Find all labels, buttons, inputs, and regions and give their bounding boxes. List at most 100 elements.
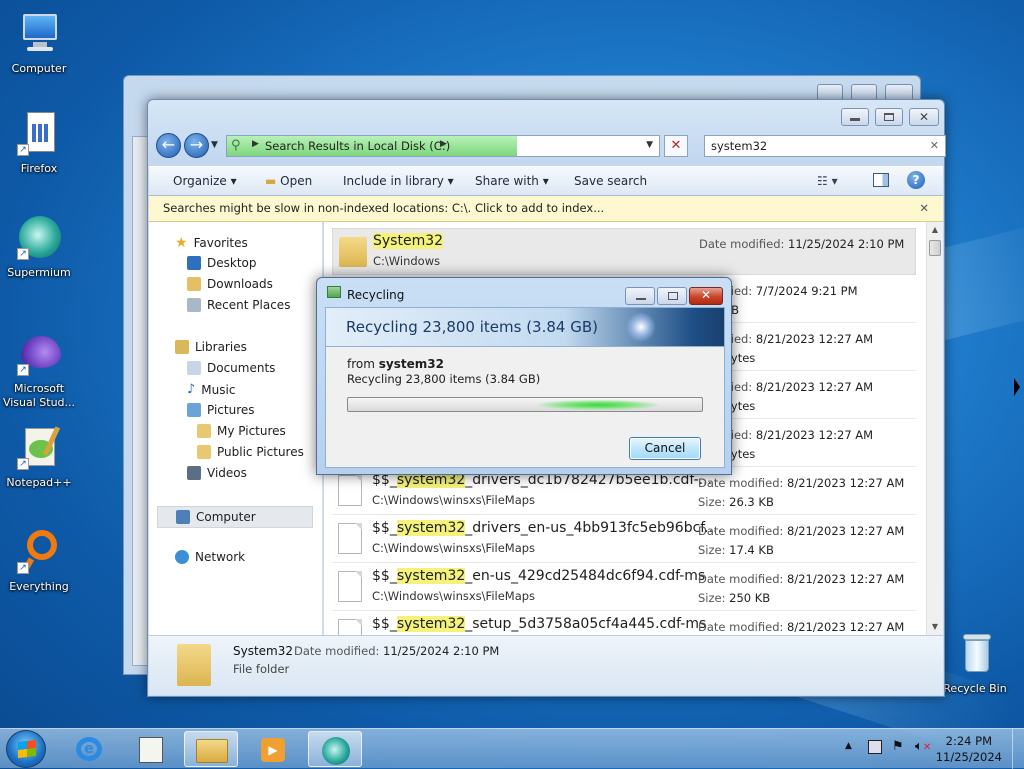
supermium-icon: ↗ [15,214,63,262]
folder-icon [197,445,211,459]
nav-computer[interactable]: Computer [157,506,313,528]
share-with-button[interactable]: Share with ▾ [475,174,549,188]
supermium-icon [322,737,350,765]
nav-network[interactable]: Network [175,550,245,564]
result-path: C:\Windows\winsxs\FileMaps [372,493,536,507]
result-date: Date modified: 8/21/2023 12:27 AM [698,620,905,634]
nav-libraries[interactable]: Libraries [175,340,247,354]
taskbar-supermium[interactable] [308,731,362,767]
file-icon [338,619,362,635]
nav-downloads[interactable]: Downloads [187,277,273,291]
clear-search-icon[interactable]: ✕ [930,139,939,152]
desktop-icon-everything[interactable]: ↗ Everything [1,528,77,594]
computer-icon [176,510,190,524]
search-input[interactable]: system32 ✕ [704,135,946,157]
result-row[interactable]: $$_system32_drivers_en-us_4bb913fc5eb96b… [332,516,916,563]
taskbar-internet-explorer[interactable]: e [62,731,116,767]
dialog-from: from system32 [347,357,444,371]
taskbar-explorer[interactable] [184,731,238,767]
action-center-icon[interactable] [868,740,882,754]
file-icon [338,475,362,506]
result-row[interactable]: $$_system32_en-us_429cd25484dc6f94.cdf-m… [332,564,916,611]
cancel-button[interactable]: Cancel [629,437,701,460]
desktop-icon-notepadpp[interactable]: ↗ Notepad++ [1,424,77,490]
mouse-cursor-icon [1014,378,1020,396]
address-dropdown-icon[interactable]: ▼ [646,140,653,150]
open-button[interactable]: ▬ Open [265,174,312,188]
start-button[interactable] [6,730,46,768]
nav-recent-places[interactable]: Recent Places [187,298,290,312]
show-hidden-icons-icon[interactable]: ▲ [845,741,852,751]
minimize-button[interactable] [841,108,869,126]
result-row[interactable]: $$_system32_setup_5d3758a05cf4a445.cdf-m… [332,612,916,635]
nav-documents[interactable]: Documents [187,361,275,375]
desktop-icon-recycle-bin[interactable]: Recycle Bin [937,630,1013,696]
file-icon [338,571,362,602]
taskbar-notepad[interactable] [124,731,178,767]
result-path: C:\Windows [373,254,441,268]
header-glow [626,312,656,342]
view-options-icon[interactable]: ☷ ▾ [817,174,838,188]
details-name: System32 [233,644,294,658]
close-info-bar-icon[interactable]: ✕ [919,201,929,215]
include-in-library-button[interactable]: Include in library ▾ [343,174,454,188]
nav-pictures[interactable]: Pictures [187,403,255,417]
volume-muted-icon[interactable]: 🔈︎✕ [915,739,931,754]
dialog-maximize-button[interactable] [657,287,687,305]
computer-icon [15,10,63,58]
result-name: $$_system32_drivers_en-us_4bb913fc5eb96b… [372,520,722,536]
result-size: Size: 26.3 KB [698,495,774,509]
desktop-icon-firefox[interactable]: ↗ Firefox [1,110,77,176]
taskbar-media-player[interactable]: ▶ [246,731,300,767]
desktop-icon-supermium[interactable]: ↗ Supermium [1,214,77,280]
scroll-down-icon[interactable]: ▼ [927,619,943,635]
desktop-icon-label: Recycle Bin [943,682,1007,695]
dialog-detail: Recycling 23,800 items (3.84 GB) [347,372,541,386]
organize-button[interactable]: Organize ▾ [173,174,237,188]
nav-music[interactable]: ♪ Music [187,382,235,397]
index-info-bar[interactable]: Searches might be slow in non-indexed lo… [149,196,943,222]
desktop-icon-visual-studio[interactable]: ↗ Microsoft Visual Stud... [1,330,77,410]
address-bar[interactable]: ⚲ ▶ Search Results in Local Disk (C:) ▶ … [226,135,660,157]
dialog-close-button[interactable]: ✕ [689,287,723,305]
downloads-icon [187,277,201,291]
dialog-minimize-button[interactable] [625,287,655,305]
stop-search-button[interactable]: ✕ [664,135,688,157]
preview-pane-icon[interactable] [873,173,889,187]
nav-videos[interactable]: Videos [187,466,247,480]
result-path: C:\Windows\winsxs\FileMaps [372,589,536,603]
clock[interactable]: 2:24 PM 11/25/2024 [936,733,1002,765]
network-icon [175,550,189,564]
result-row[interactable]: $$_system32_drivers_dc1b782427b5ee1b.cdf… [332,468,916,515]
scroll-up-icon[interactable]: ▲ [927,222,943,238]
forward-arrow-icon[interactable]: → [184,133,209,158]
nav-my-pictures[interactable]: My Pictures [197,424,286,438]
close-button[interactable]: ✕ [909,108,939,126]
libraries-icon [175,340,189,354]
back-arrow-icon[interactable]: ← [156,133,181,158]
recycle-progress-bar [347,397,703,412]
show-desktop-button[interactable] [1012,729,1024,769]
result-date: Date modified: 8/21/2023 12:27 AM [698,476,905,490]
result-name: $$_system32_setup_5d3758a05cf4a445.cdf-m… [372,616,707,632]
clock-time: 2:24 PM [945,734,993,748]
maximize-button[interactable] [875,108,903,126]
flag-icon[interactable]: ⚑ [892,739,904,754]
recycling-dialog[interactable]: Recycling ✕ Recycling 23,800 items (3.84… [316,277,732,475]
folder-icon [177,644,211,686]
save-search-button[interactable]: Save search [574,174,647,188]
result-row[interactable]: System32 C:\Windows Date modified: 11/25… [332,228,916,275]
scroll-thumb[interactable] [929,240,941,256]
recent-pages-chevron-icon[interactable]: ▼ [211,140,218,150]
result-size: Size: 250 KB [698,591,771,605]
clock-date: 11/25/2024 [935,750,1002,764]
notepad-icon [139,737,163,763]
desktop-icon-computer[interactable]: Computer [1,10,77,76]
vertical-scrollbar[interactable]: ▲ ▼ [926,222,943,635]
details-type: File folder [233,662,290,676]
nav-public-pictures[interactable]: Public Pictures [197,445,304,459]
nav-desktop[interactable]: Desktop [187,256,257,270]
help-icon[interactable]: ? [907,171,925,189]
nav-favorites[interactable]: ★ Favorites [175,235,248,251]
music-icon: ♪ [187,382,196,397]
